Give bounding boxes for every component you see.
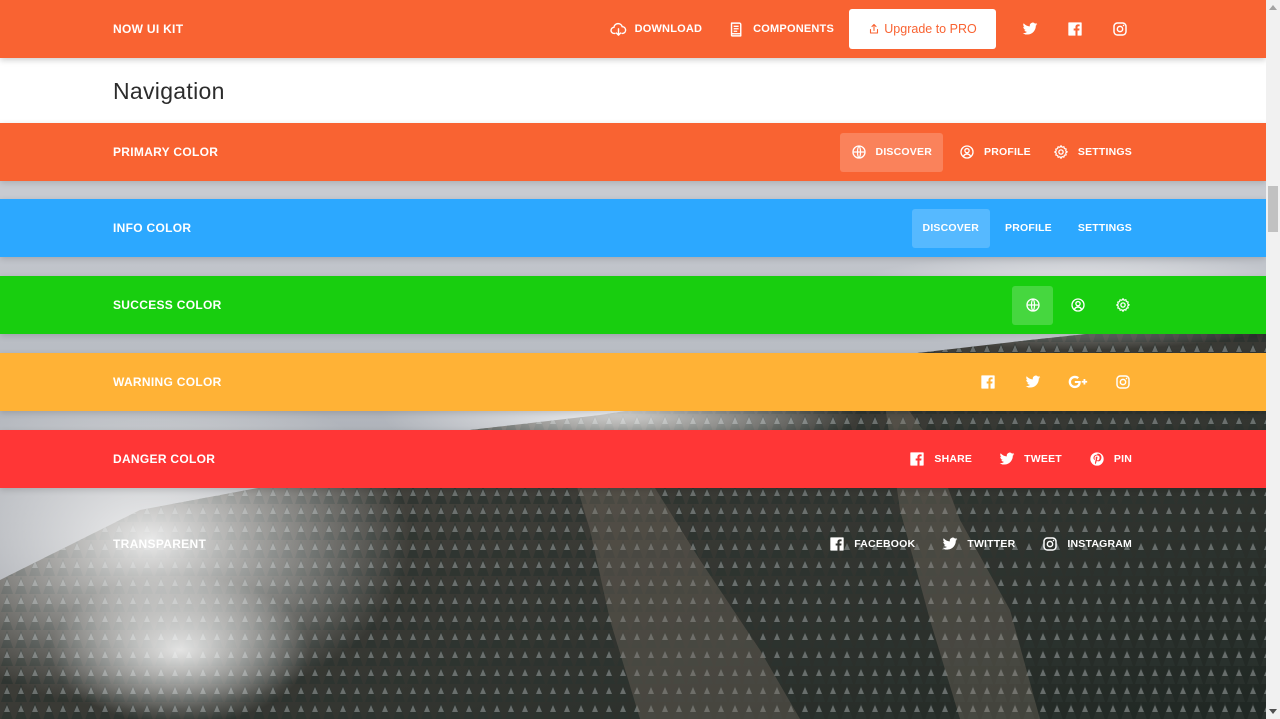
navbar-success-links: [1008, 285, 1143, 325]
twitter-icon: [999, 451, 1015, 467]
share-icon: [868, 23, 880, 35]
primary-settings-label: SETTINGS: [1077, 146, 1132, 158]
facebook-icon: [909, 451, 925, 467]
download-link[interactable]: DOWNLOAD: [603, 9, 710, 49]
transparent-twitter-link[interactable]: TWITTER: [931, 525, 1026, 564]
twitter-link[interactable]: [1007, 9, 1052, 49]
upgrade-to-pro-button[interactable]: Upgrade to PRO: [849, 9, 996, 49]
transparent-twitter-label: TWITTER: [967, 538, 1016, 550]
navbar-info-links: DISCOVER PROFILE SETTINGS: [911, 208, 1143, 248]
navbar-transparent-links: FACEBOOK TWITTER INSTAGRAM: [818, 524, 1143, 564]
danger-pin-label: PIN: [1113, 453, 1132, 465]
info-settings-link[interactable]: SETTINGS: [1067, 209, 1143, 248]
book-icon: [728, 21, 745, 38]
components-link[interactable]: COMPONENTS: [721, 9, 841, 49]
success-discover-link[interactable]: [1012, 285, 1053, 325]
upgrade-to-pro-label: Upgrade to PRO: [884, 22, 977, 36]
navbar-primary: PRIMARY COLOR DISCOVER PROFILE SETTINGS: [0, 123, 1266, 181]
vertical-scrollbar[interactable]: [1266, 0, 1280, 719]
navbar-transparent: TRANSPARENT FACEBOOK TWITTER INSTAGRAM: [0, 515, 1266, 573]
globe-icon: [851, 144, 867, 160]
success-settings-link[interactable]: [1102, 286, 1143, 325]
google-plus-icon: [1068, 372, 1088, 392]
primary-settings-link[interactable]: SETTINGS: [1042, 133, 1143, 172]
user-circle-icon: [1070, 297, 1086, 313]
transparent-facebook-label: FACEBOOK: [854, 538, 916, 550]
components-link-label: COMPONENTS: [753, 23, 834, 35]
facebook-icon: [980, 374, 996, 390]
transparent-instagram-label: INSTAGRAM: [1067, 538, 1132, 550]
info-discover-link[interactable]: DISCOVER: [911, 208, 990, 248]
warning-instagram-link[interactable]: [1102, 363, 1143, 402]
instagram-icon: [1042, 536, 1058, 552]
transparent-facebook-link[interactable]: FACEBOOK: [818, 525, 926, 564]
primary-profile-label: PROFILE: [983, 146, 1031, 158]
page: Navigation NOW UI KIT DOWNLOAD COMPONENT…: [0, 0, 1266, 719]
navbar-info-brand[interactable]: INFO COLOR: [113, 221, 191, 235]
top-navbar-links: DOWNLOAD COMPONENTS Upgrade to PRO: [603, 9, 1142, 49]
navbar-info: INFO COLOR DISCOVER PROFILE SETTINGS: [0, 199, 1266, 257]
facebook-icon: [829, 536, 845, 552]
info-profile-link[interactable]: PROFILE: [994, 209, 1063, 248]
danger-pin-link[interactable]: PIN: [1078, 440, 1143, 479]
primary-discover-link[interactable]: DISCOVER: [839, 132, 943, 172]
top-navbar: NOW UI KIT DOWNLOAD COMPONENTS Upgrade t…: [0, 0, 1266, 58]
warning-facebook-link[interactable]: [967, 363, 1008, 402]
navbar-warning-links: [963, 362, 1143, 402]
gear-icon: [1115, 297, 1131, 313]
scroll-up-arrow-icon[interactable]: [1266, 0, 1280, 14]
danger-share-link[interactable]: SHARE: [898, 440, 983, 479]
danger-tweet-link[interactable]: TWEET: [988, 440, 1073, 479]
instagram-link[interactable]: [1097, 9, 1142, 49]
cloud-download-icon: [610, 21, 627, 38]
instagram-icon: [1112, 21, 1128, 37]
navbar-danger-links: SHARE TWEET PIN: [898, 439, 1143, 479]
instagram-icon: [1115, 374, 1131, 390]
primary-discover-label: DISCOVER: [875, 146, 932, 158]
navbar-transparent-brand[interactable]: TRANSPARENT: [113, 537, 206, 551]
navbar-danger-brand[interactable]: DANGER COLOR: [113, 452, 215, 466]
scroll-down-arrow-icon[interactable]: [1266, 705, 1280, 719]
twitter-icon: [942, 536, 958, 552]
danger-tweet-label: TWEET: [1024, 453, 1062, 465]
navbar-warning-brand[interactable]: WARNING COLOR: [113, 375, 222, 389]
warning-twitter-link[interactable]: [1012, 363, 1053, 402]
scrollbar-thumb[interactable]: [1268, 186, 1278, 232]
navbar-success-brand[interactable]: SUCCESS COLOR: [113, 298, 222, 312]
pinterest-icon: [1089, 451, 1105, 467]
twitter-icon: [1022, 21, 1038, 37]
navbar-primary-brand[interactable]: PRIMARY COLOR: [113, 145, 218, 159]
navbar-brand[interactable]: NOW UI KIT: [113, 22, 183, 36]
twitter-icon: [1025, 374, 1041, 390]
transparent-instagram-link[interactable]: INSTAGRAM: [1031, 525, 1143, 564]
globe-icon: [1025, 297, 1041, 313]
navbar-danger: DANGER COLOR SHARE TWEET PIN: [0, 430, 1266, 488]
navbar-primary-links: DISCOVER PROFILE SETTINGS: [839, 132, 1143, 172]
gear-icon: [1053, 144, 1069, 160]
facebook-icon: [1067, 21, 1083, 37]
page-title: Navigation: [113, 78, 225, 104]
danger-share-label: SHARE: [934, 453, 973, 465]
warning-google-plus-link[interactable]: [1057, 363, 1098, 402]
user-circle-icon: [959, 144, 975, 160]
navbar-success: SUCCESS COLOR: [0, 276, 1266, 334]
facebook-link[interactable]: [1052, 9, 1097, 49]
primary-profile-link[interactable]: PROFILE: [948, 133, 1042, 172]
success-profile-link[interactable]: [1057, 286, 1098, 325]
download-link-label: DOWNLOAD: [634, 23, 703, 35]
navbar-warning: WARNING COLOR: [0, 353, 1266, 411]
